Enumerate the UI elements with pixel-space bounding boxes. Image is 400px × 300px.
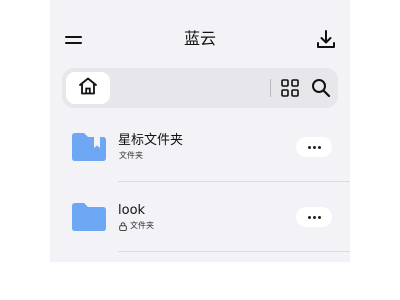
more-dots-icon xyxy=(307,145,311,149)
file-name: 星标文件夹 xyxy=(118,133,184,148)
toolbar-divider xyxy=(270,79,271,97)
folder-icon xyxy=(70,201,108,233)
file-type: 文件夹 xyxy=(119,151,143,161)
search-icon[interactable] xyxy=(310,77,332,99)
more-options-button[interactable] xyxy=(296,207,332,227)
file-name: look xyxy=(118,203,146,218)
app-screen: 蓝云 星标文件夹 文件夹 look 文件夹 xyxy=(50,0,350,262)
home-icon xyxy=(78,77,98,99)
file-row-starred[interactable]: 星标文件夹 文件夹 xyxy=(50,113,350,183)
more-dots-icon xyxy=(307,215,311,219)
navigation-toolbar xyxy=(62,68,338,108)
file-type-label: 文件夹 xyxy=(119,151,143,160)
file-type-label: 文件夹 xyxy=(130,221,154,230)
more-options-button[interactable] xyxy=(296,137,332,157)
home-button[interactable] xyxy=(66,72,110,104)
download-icon[interactable] xyxy=(316,30,336,50)
lock-icon xyxy=(119,221,127,231)
page-title: 蓝云 xyxy=(183,29,216,48)
grid-view-icon[interactable] xyxy=(280,78,300,98)
file-type: 文件夹 xyxy=(119,221,154,231)
starred-folder-icon xyxy=(70,131,108,163)
top-bar: 蓝云 xyxy=(50,0,350,60)
row-divider xyxy=(118,181,350,182)
file-row-look[interactable]: look 文件夹 xyxy=(50,183,350,253)
row-divider xyxy=(118,251,350,252)
